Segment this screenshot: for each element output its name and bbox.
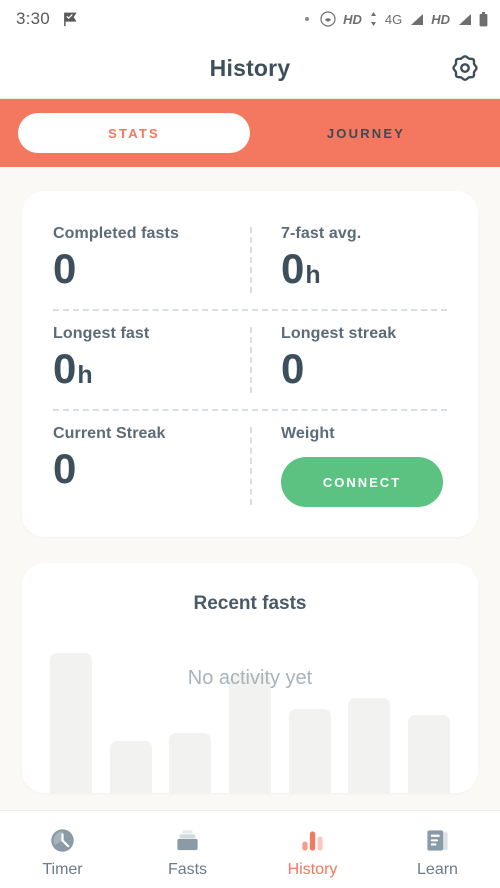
stat-value-wrap: 0 h	[53, 345, 250, 392]
stat-row: Current Streak 0 Weight CONNECT	[22, 413, 478, 519]
tab-stats-label: STATS	[108, 125, 160, 141]
tab-stats[interactable]: STATS	[18, 113, 250, 153]
dot-indicator-icon	[305, 17, 310, 21]
app-bar: History	[0, 38, 500, 99]
chart-bar	[228, 675, 271, 793]
connect-weight-button[interactable]: CONNECT	[281, 457, 443, 507]
chart-bar	[288, 709, 331, 793]
status-bar-right: HD 4G HD	[305, 11, 488, 27]
page-title: History	[209, 54, 291, 81]
nav-item-learn[interactable]: Learn	[375, 811, 500, 888]
row-divider	[53, 409, 447, 411]
nav-label-timer: Timer	[42, 860, 83, 878]
stat-label: Completed fasts	[53, 225, 179, 242]
nav-item-fasts[interactable]: Fasts	[125, 811, 250, 888]
bar-chart-icon	[299, 827, 327, 855]
stat-value: 0	[53, 445, 77, 492]
status-bar: 3:30 HD 4G HD	[0, 0, 500, 38]
column-divider	[250, 327, 252, 393]
stat-value: 0	[53, 345, 77, 392]
stat-completed-fasts: Completed fasts 0	[22, 213, 250, 307]
status-bar-left: 3:30	[16, 9, 78, 29]
status-time: 3:30	[16, 9, 50, 28]
stat-value: 0	[53, 245, 77, 292]
stat-value-wrap: 0	[53, 245, 250, 292]
stat-current-streak: Current Streak 0	[22, 413, 250, 519]
stat-unit: h	[305, 261, 321, 289]
stat-longest-streak: Longest streak 0	[250, 313, 478, 407]
stat-label: Current Streak	[53, 425, 166, 442]
nav-item-history[interactable]: History	[250, 811, 375, 888]
data-transfer-icon	[369, 12, 378, 26]
flag-check-icon	[63, 12, 78, 27]
tab-journey[interactable]: JOURNEY	[250, 113, 482, 153]
chart-bar	[109, 741, 152, 793]
clock-icon	[49, 827, 77, 855]
column-divider	[250, 227, 252, 293]
stat-value-wrap: 0	[281, 345, 478, 392]
stat-row: Completed fasts 0 7-fast avg. 0 h	[22, 213, 478, 307]
scroll-content[interactable]: Completed fasts 0 7-fast avg. 0 h Longes…	[0, 167, 500, 810]
stat-unit: h	[77, 361, 93, 389]
stat-7-fast-avg: 7-fast avg. 0 h	[250, 213, 478, 307]
bottom-navigation-bar: Timer Fasts History Learn	[0, 810, 500, 888]
segmented-tab-bar: STATS JOURNEY	[0, 99, 500, 167]
stat-label: Longest streak	[281, 325, 397, 342]
hotspot-icon	[320, 11, 336, 27]
stat-label: Weight	[281, 425, 335, 442]
network-type-label: 4G	[384, 11, 403, 27]
nav-label-history: History	[287, 860, 338, 878]
column-divider	[250, 427, 252, 505]
stat-value: 0	[281, 345, 305, 392]
tab-journey-label: JOURNEY	[326, 125, 406, 141]
chart-bar	[169, 733, 212, 793]
signal-bars-icon-1	[409, 13, 424, 26]
gear-icon	[450, 53, 480, 83]
nav-label-fasts: Fasts	[167, 860, 208, 878]
row-divider	[53, 309, 447, 311]
stat-value-wrap: 0	[53, 445, 250, 492]
stat-row: Longest fast 0 h Longest streak 0	[22, 313, 478, 407]
stat-weight: Weight CONNECT	[250, 413, 478, 519]
nav-label-learn: Learn	[417, 860, 458, 878]
hd-label-secondary: HD	[431, 11, 450, 27]
chart-bar	[348, 698, 391, 793]
nav-item-timer[interactable]: Timer	[0, 811, 125, 888]
stat-value: 0	[281, 245, 305, 292]
signal-bars-icon-2	[457, 13, 472, 26]
recent-fasts-title: Recent fasts	[193, 593, 307, 614]
document-icon	[424, 827, 452, 855]
recent-fasts-card: Recent fasts No activity yet	[22, 563, 478, 793]
recent-fasts-placeholder-chart	[22, 603, 478, 793]
empty-state-message: No activity yet	[187, 667, 313, 689]
stat-label: Longest fast	[53, 325, 150, 342]
chart-bar	[407, 715, 450, 793]
stats-card: Completed fasts 0 7-fast avg. 0 h Longes…	[22, 191, 478, 537]
battery-icon	[479, 11, 488, 27]
stat-longest-fast: Longest fast 0 h	[22, 313, 250, 407]
settings-button[interactable]	[448, 51, 482, 85]
hd-label-primary: HD	[343, 11, 362, 27]
covered-dish-icon	[174, 827, 202, 855]
stat-value-wrap: 0 h	[281, 245, 478, 292]
stat-label: 7-fast avg.	[281, 225, 362, 242]
